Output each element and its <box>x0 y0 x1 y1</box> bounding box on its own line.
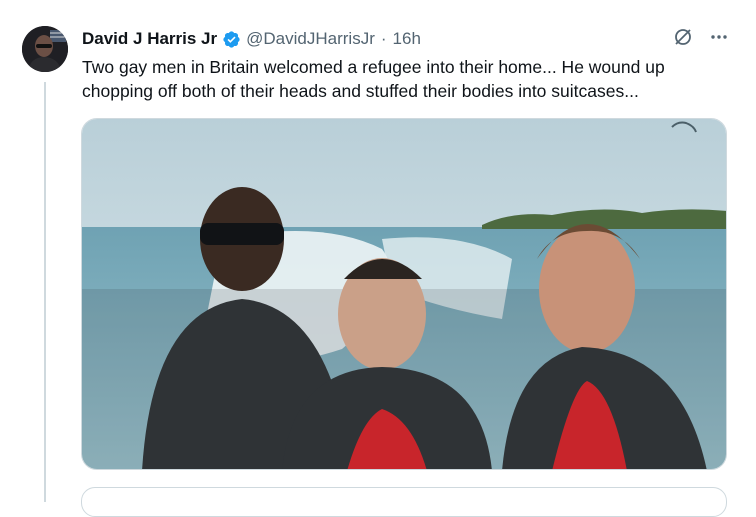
avatar[interactable] <box>22 26 68 72</box>
next-card-edge <box>81 487 727 517</box>
avatar-photo <box>22 26 68 72</box>
thread-line <box>44 82 46 502</box>
tweet-header: David J Harris Jr @DavidJHarrisJr · 16h <box>82 27 421 51</box>
tweet-photo[interactable] <box>81 118 727 470</box>
separator-dot: · <box>380 29 387 48</box>
grok-icon[interactable] <box>672 26 694 48</box>
photo-selfie-boat <box>82 119 726 469</box>
verified-badge-icon[interactable] <box>222 30 241 49</box>
tweet-text: Two gay men in Britain welcomed a refuge… <box>82 57 665 101</box>
user-handle[interactable]: @DavidJHarrisJr <box>246 29 375 49</box>
more-icon[interactable] <box>708 26 730 48</box>
tweet-actions <box>672 26 730 48</box>
timestamp[interactable]: 16h <box>393 29 421 49</box>
display-name[interactable]: David J Harris Jr <box>82 29 217 49</box>
